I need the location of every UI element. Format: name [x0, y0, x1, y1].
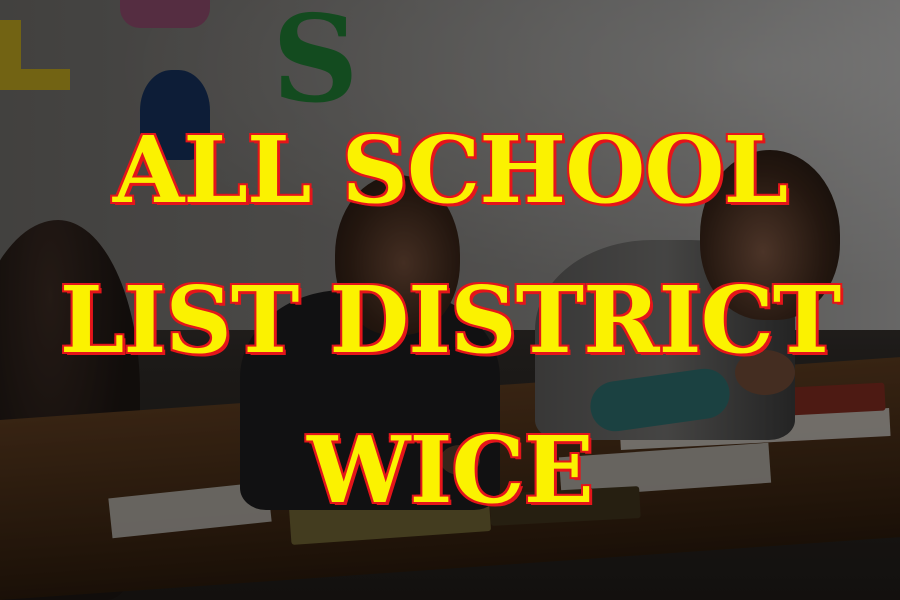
headline-line-1: ALL SCHOOL [111, 115, 789, 226]
headline-text: ALL SCHOOL LIST DISTRICT WICE [0, 95, 900, 545]
headline-line-2: LIST DISTRICT [58, 265, 843, 376]
headline-line-3: WICE [306, 415, 596, 526]
classroom-photo: S ALL SCHOOL LIST DISTRICT WICE [0, 0, 900, 600]
